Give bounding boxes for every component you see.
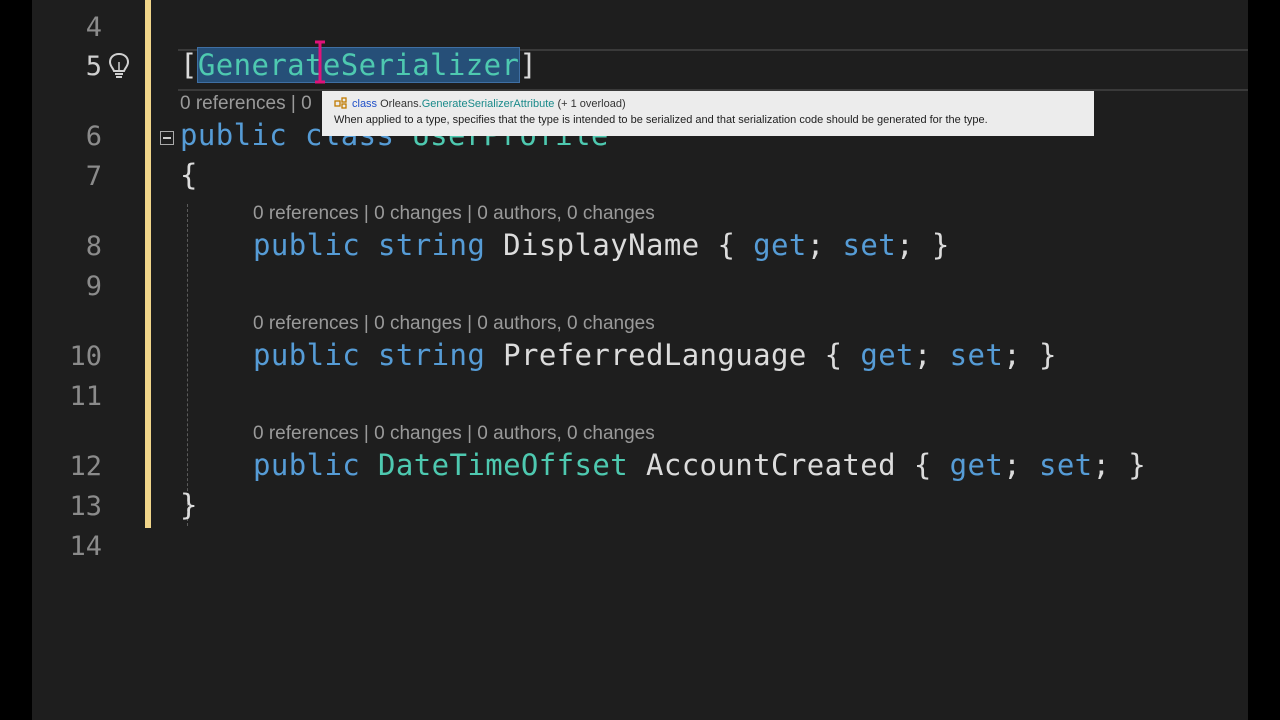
- line-number: 10: [69, 341, 102, 372]
- structure-guide-line: [187, 204, 188, 526]
- line-number: 8: [85, 231, 102, 262]
- quick-info-tooltip: class Orleans.GenerateSerializerAttribut…: [322, 91, 1094, 136]
- code-line-attribute[interactable]: [GenerateSerializer]: [180, 47, 538, 83]
- brace: ; }: [1092, 448, 1147, 482]
- code-line-brace-open[interactable]: {: [180, 158, 198, 192]
- codelens-displayname[interactable]: 0 references | 0 changes | 0 authors, 0 …: [253, 203, 655, 225]
- property-name: PreferredLanguage: [503, 338, 807, 372]
- semicolon: ;: [913, 338, 950, 372]
- tooltip-type-name: GenerateSerializerAttribute: [421, 98, 555, 110]
- lightbulb-icon[interactable]: [108, 52, 130, 80]
- attr-bracket-open: [: [180, 48, 198, 82]
- line-number: 14: [69, 531, 102, 562]
- line-number: 7: [85, 161, 102, 192]
- property-name: AccountCreated: [645, 448, 897, 482]
- semicolon: ;: [1003, 448, 1039, 482]
- attr-bracket-close: ]: [519, 48, 538, 82]
- change-indicator-bar: [145, 0, 151, 528]
- code-line-displayname[interactable]: public string DisplayName { get; set; }: [253, 228, 950, 262]
- keyword-public: public: [253, 338, 361, 372]
- brace: {: [717, 228, 754, 262]
- line-number: 11: [69, 381, 102, 412]
- keyword-set: set: [842, 228, 897, 262]
- brace: ; }: [896, 228, 950, 262]
- codelens-preferredlanguage[interactable]: 0 references | 0 changes | 0 authors, 0 …: [253, 313, 655, 335]
- keyword-string: string: [378, 228, 486, 262]
- keyword-get: get: [949, 448, 1004, 482]
- property-name: DisplayName: [503, 228, 700, 262]
- collapse-toggle-icon[interactable]: [160, 131, 174, 145]
- semicolon: ;: [806, 228, 843, 262]
- brace: {: [824, 338, 861, 372]
- tooltip-overload: (+ 1 overload): [557, 98, 626, 110]
- line-number: 6: [85, 121, 102, 152]
- line-number: 13: [69, 491, 102, 522]
- code-line-brace-close[interactable]: }: [180, 488, 198, 522]
- type-name: DateTimeOffset: [378, 448, 629, 482]
- code-line-preferredlanguage[interactable]: public string PreferredLanguage { get; s…: [253, 338, 1057, 372]
- text-cursor-icon: [315, 40, 325, 84]
- line-number-current: 5: [85, 51, 102, 82]
- keyword-public: public: [180, 118, 288, 152]
- code-editor[interactable]: 4 5 6 7 8 9 10 11 12 13 14 [GenerateSeri…: [32, 0, 1248, 720]
- keyword-string: string: [378, 338, 486, 372]
- line-number: 4: [85, 12, 102, 43]
- keyword-get: get: [860, 338, 914, 372]
- code-line-accountcreated[interactable]: public DateTimeOffset AccountCreated { g…: [253, 448, 1146, 482]
- brace: ; }: [1003, 338, 1057, 372]
- keyword-public: public: [253, 228, 361, 262]
- tooltip-kind: class: [352, 98, 378, 110]
- brace: {: [913, 448, 950, 482]
- keyword-get: get: [753, 228, 807, 262]
- keyword-set: set: [1038, 448, 1093, 482]
- keyword-set: set: [949, 338, 1004, 372]
- codelens-accountcreated[interactable]: 0 references | 0 changes | 0 authors, 0 …: [253, 423, 655, 445]
- tooltip-description: When applied to a type, specifies that t…: [334, 114, 988, 126]
- tooltip-namespace: Orleans.: [380, 98, 422, 110]
- line-number: 9: [85, 271, 102, 302]
- keyword-public: public: [253, 448, 361, 482]
- attribute-name-selected[interactable]: GenerateSerializer: [196, 47, 521, 83]
- codelens-class[interactable]: 0 references | 0: [180, 93, 312, 115]
- class-icon: [334, 97, 347, 109]
- line-number: 12: [69, 451, 102, 482]
